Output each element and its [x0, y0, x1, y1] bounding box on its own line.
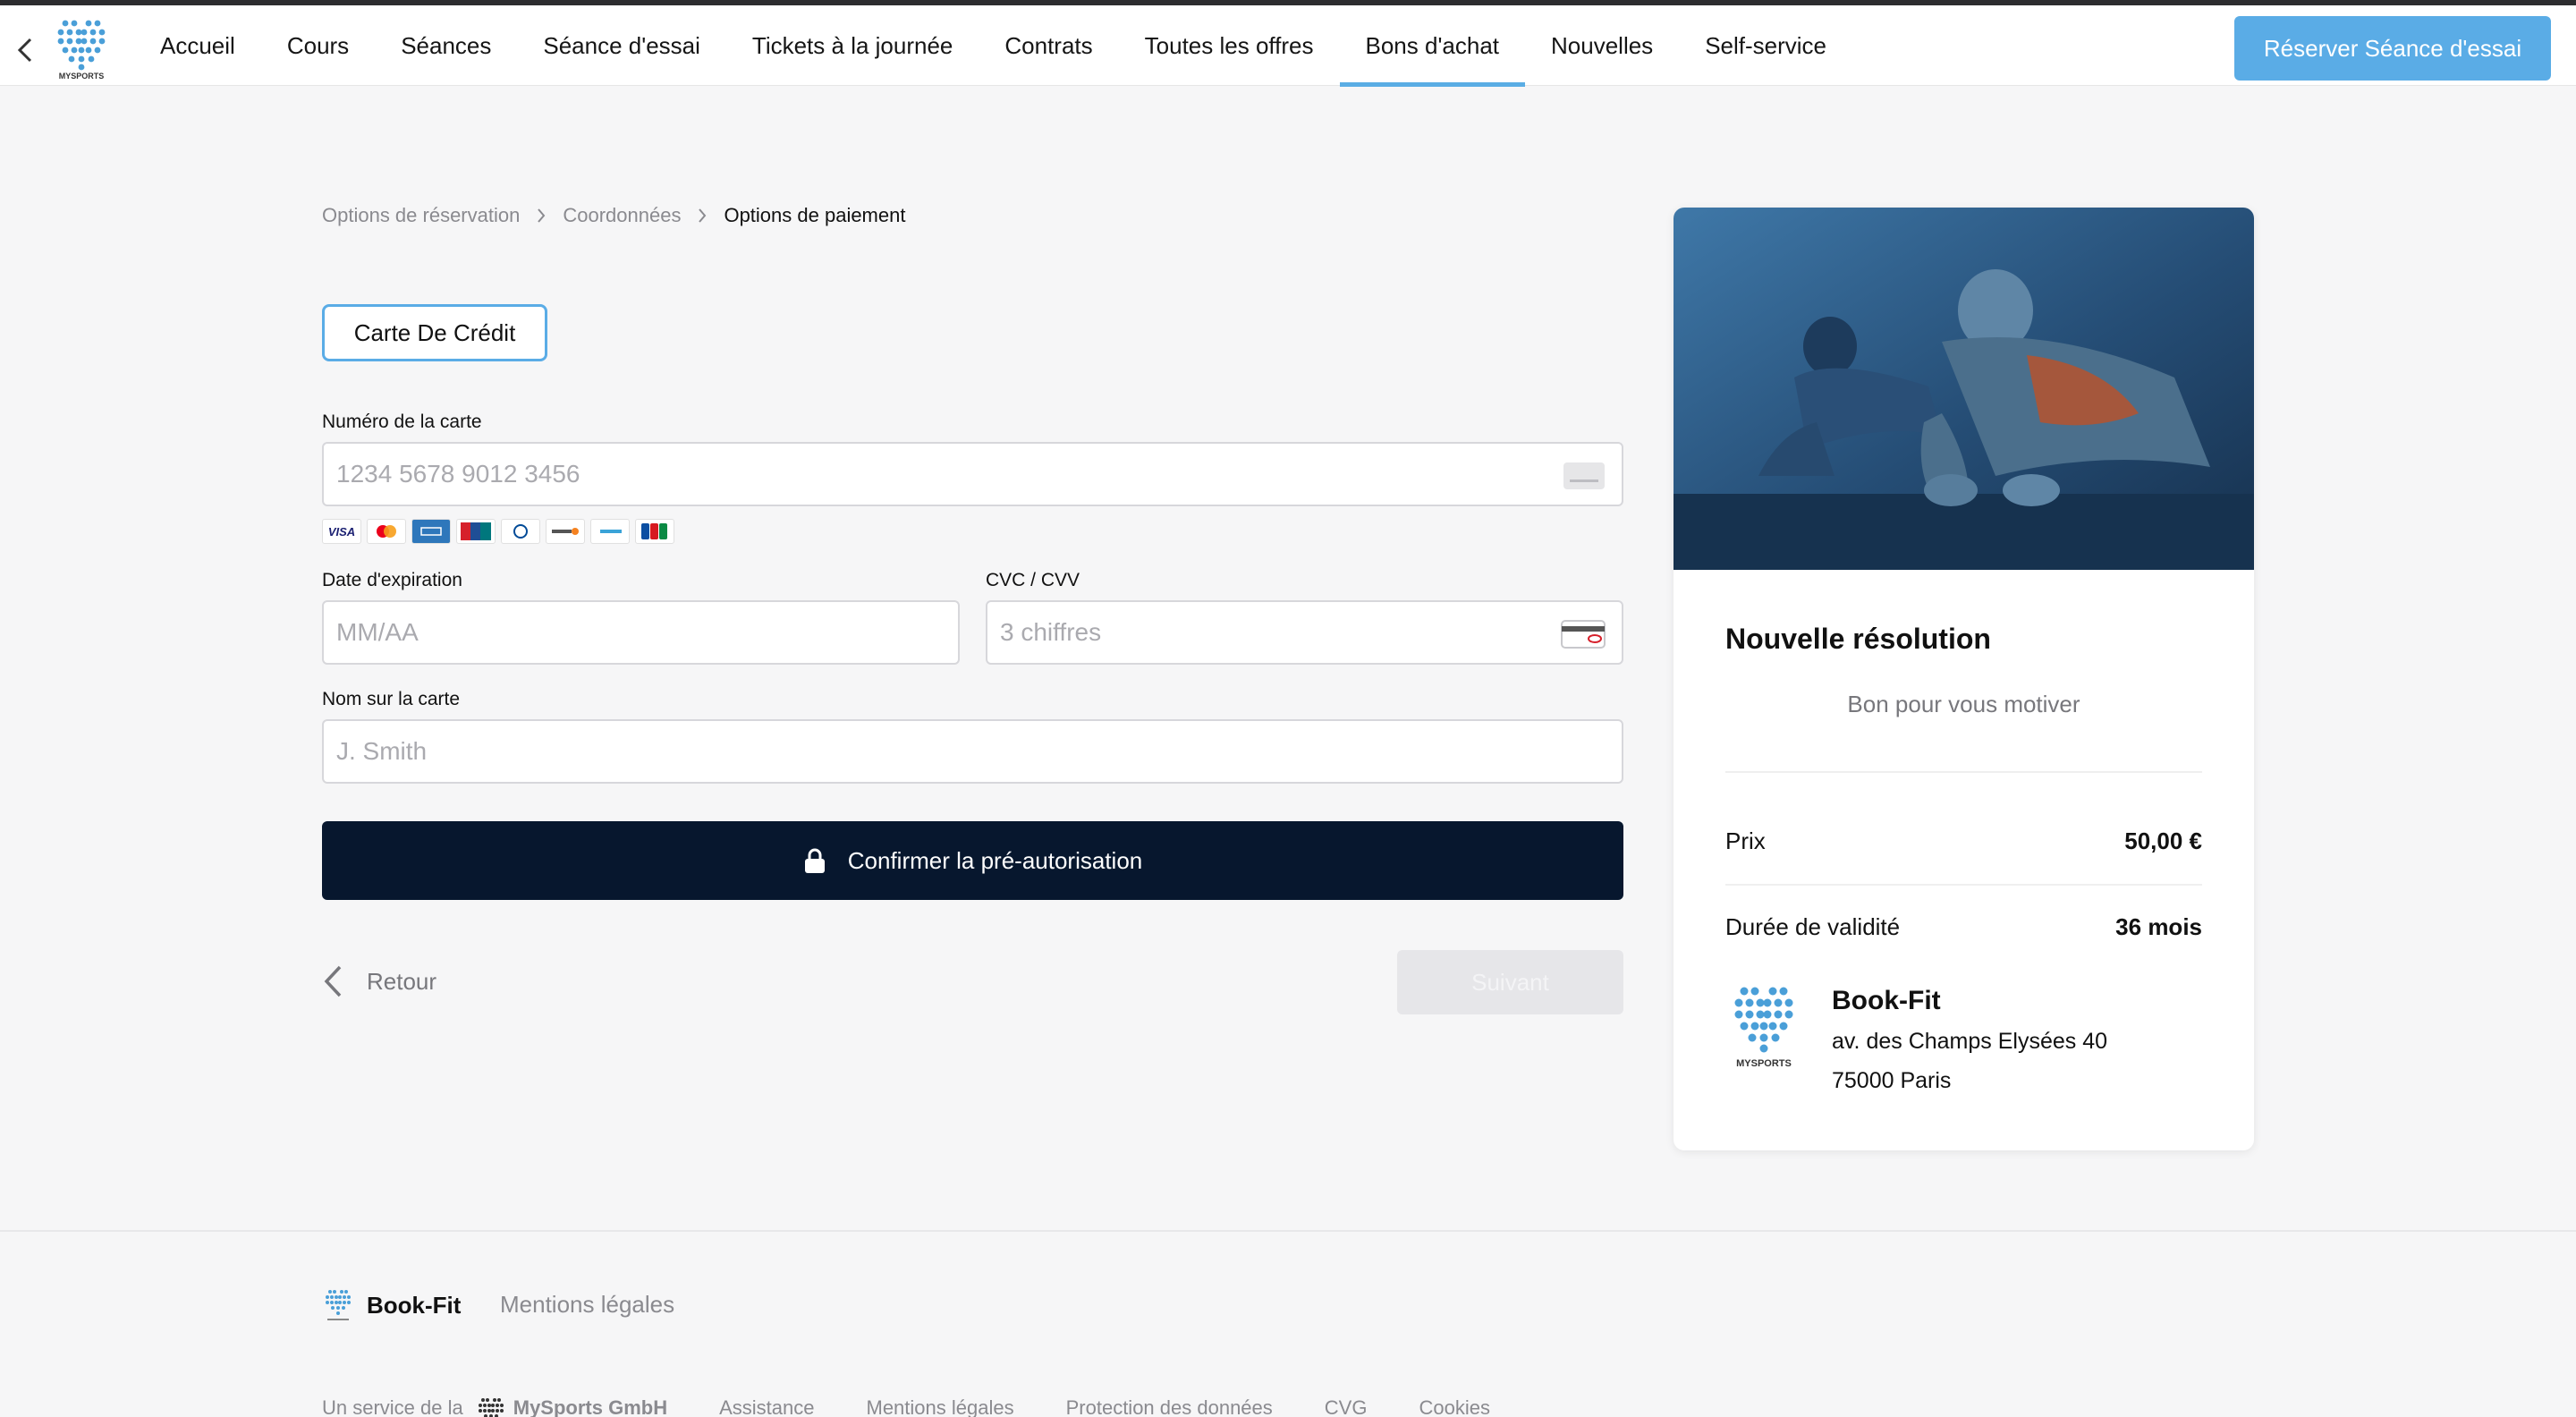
footer-brand[interactable]: Book-Fit: [322, 1287, 461, 1323]
mastercard-icon: [367, 519, 406, 544]
back-button-label: Retour: [367, 967, 437, 995]
nav-bons-achat[interactable]: Bons d'achat: [1339, 5, 1526, 87]
credit-card-tab[interactable]: Carte De Crédit: [322, 304, 547, 361]
divider: [1725, 771, 2202, 773]
chevron-right-icon: [699, 208, 707, 223]
chevron-right-icon: [538, 208, 546, 223]
nav-seance-essai[interactable]: Séance d'essai: [517, 5, 726, 86]
studio-city: 75000 Paris: [1832, 1068, 1952, 1093]
confirm-preauthorization-button[interactable]: Confirmer la pré-autorisation: [322, 821, 1623, 900]
nav-tickets-journee[interactable]: Tickets à la journée: [726, 5, 979, 86]
service-credit: Un service de la MySports GmbH: [322, 1396, 667, 1417]
studio-logo: MYSPORTS: [1725, 982, 1802, 1072]
price-label: Prix: [1725, 827, 1766, 854]
breadcrumb-reservation-options[interactable]: Options de réservation: [322, 204, 520, 227]
name-on-card-input[interactable]: J. Smith: [322, 719, 1623, 784]
diners-icon: [501, 519, 540, 544]
studio-logo-text: MYSPORTS: [1736, 1058, 1792, 1069]
footer: Book-Fit Mentions légales Un service de …: [0, 1230, 2576, 1417]
studio-street: av. des Champs Elysées 40: [1832, 1029, 2108, 1054]
breadcrumb-payment-options: Options de paiement: [724, 204, 906, 226]
footer-legal-link[interactable]: Mentions légales: [500, 1291, 674, 1319]
footer-link-protection-donnees[interactable]: Protection des données: [1066, 1396, 1273, 1417]
discover-icon: [546, 519, 585, 544]
nav-accueil[interactable]: Accueil: [134, 5, 261, 86]
chevron-left-icon: [324, 965, 342, 997]
breadcrumb-contact-details[interactable]: Coordonnées: [563, 204, 681, 227]
mysports-mini-logo-icon: [478, 1398, 504, 1417]
service-prefix: Un service de la: [322, 1396, 463, 1417]
cvc-placeholder: 3 chiffres: [1000, 618, 1102, 646]
name-on-card-placeholder: J. Smith: [336, 737, 428, 765]
validity-value: 36 mois: [2115, 913, 2202, 940]
offer-summary-card: Nouvelle résolution Bon pour vous motive…: [1674, 208, 2254, 1150]
nav-toutes-offres[interactable]: Toutes les offres: [1119, 5, 1340, 86]
amex-icon: [411, 519, 451, 544]
expiry-label: Date d'expiration: [322, 570, 462, 590]
name-on-card-label: Nom sur la carte: [322, 689, 461, 709]
footer-link-cvg[interactable]: CVG: [1325, 1396, 1368, 1417]
cvc-input[interactable]: 3 chiffres: [986, 600, 1623, 665]
chevron-left-icon[interactable]: [13, 34, 38, 66]
footer-link-mentions-legales[interactable]: Mentions légales: [867, 1396, 1014, 1417]
footer-link-cookies[interactable]: Cookies: [1419, 1396, 1489, 1417]
logo-dots-icon: MYSPORTS: [57, 20, 106, 81]
footer-link-assistance[interactable]: Assistance: [719, 1396, 814, 1417]
divider: [1725, 884, 2202, 886]
visa-icon: VISA: [322, 519, 361, 544]
offer-subtitle: Bon pour vous motiver: [1847, 691, 2080, 717]
breadcrumb: Options de réservation Coordonnées Optio…: [322, 204, 905, 227]
card-brands-list: VISA: [322, 519, 674, 544]
fitness-photo: [1674, 208, 2254, 570]
price-value: 50,00 €: [2124, 827, 2202, 854]
cvc-label: CVC / CVV: [986, 570, 1080, 590]
lock-icon: [804, 848, 825, 873]
logo-dots-icon: [326, 1290, 351, 1320]
expiry-input[interactable]: MM/AA: [322, 600, 960, 665]
book-trial-button[interactable]: Réserver Séance d'essai: [2234, 16, 2551, 81]
mysports-logo[interactable]: MYSPORTS: [50, 14, 113, 82]
geocard-icon: [590, 519, 630, 544]
offer-title: Nouvelle résolution: [1725, 623, 1991, 655]
nav-nouvelles[interactable]: Nouvelles: [1525, 5, 1679, 86]
logo-dots-icon: MYSPORTS: [1734, 987, 1793, 1069]
card-number-placeholder: 1234 5678 9012 3456: [336, 460, 580, 488]
validity-label: Durée de validité: [1725, 913, 1901, 940]
expiry-placeholder: MM/AA: [336, 618, 419, 646]
main-menu: Accueil Cours Séances Séance d'essai Tic…: [134, 5, 1852, 87]
logo-text: MYSPORTS: [59, 72, 105, 81]
confirm-preauthorization-label: Confirmer la pré-autorisation: [847, 846, 1143, 874]
unionpay-icon: [456, 519, 496, 544]
jcb-icon: [635, 519, 674, 544]
nav-self-service[interactable]: Self-service: [1679, 5, 1852, 86]
footer-brand-name: Book-Fit: [367, 1291, 462, 1319]
back-button[interactable]: Retour: [322, 964, 436, 998]
company-name[interactable]: MySports GmbH: [513, 1396, 667, 1417]
top-navigation-bar: MYSPORTS Accueil Cours Séances Séance d'…: [0, 0, 2576, 87]
next-button[interactable]: Suivant: [1397, 950, 1623, 1014]
credit-card-icon: [1563, 462, 1605, 489]
cvc-card-icon: [1561, 620, 1606, 649]
footer-bottom-links: Un service de la MySports GmbH Assistanc…: [322, 1396, 1490, 1417]
nav-contrats[interactable]: Contrats: [979, 5, 1118, 86]
nav-cours[interactable]: Cours: [261, 5, 375, 86]
card-number-input[interactable]: 1234 5678 9012 3456: [322, 442, 1623, 506]
nav-seances[interactable]: Séances: [375, 5, 517, 86]
studio-name: Book-Fit: [1832, 986, 1941, 1015]
card-number-label: Numéro de la carte: [322, 412, 482, 432]
